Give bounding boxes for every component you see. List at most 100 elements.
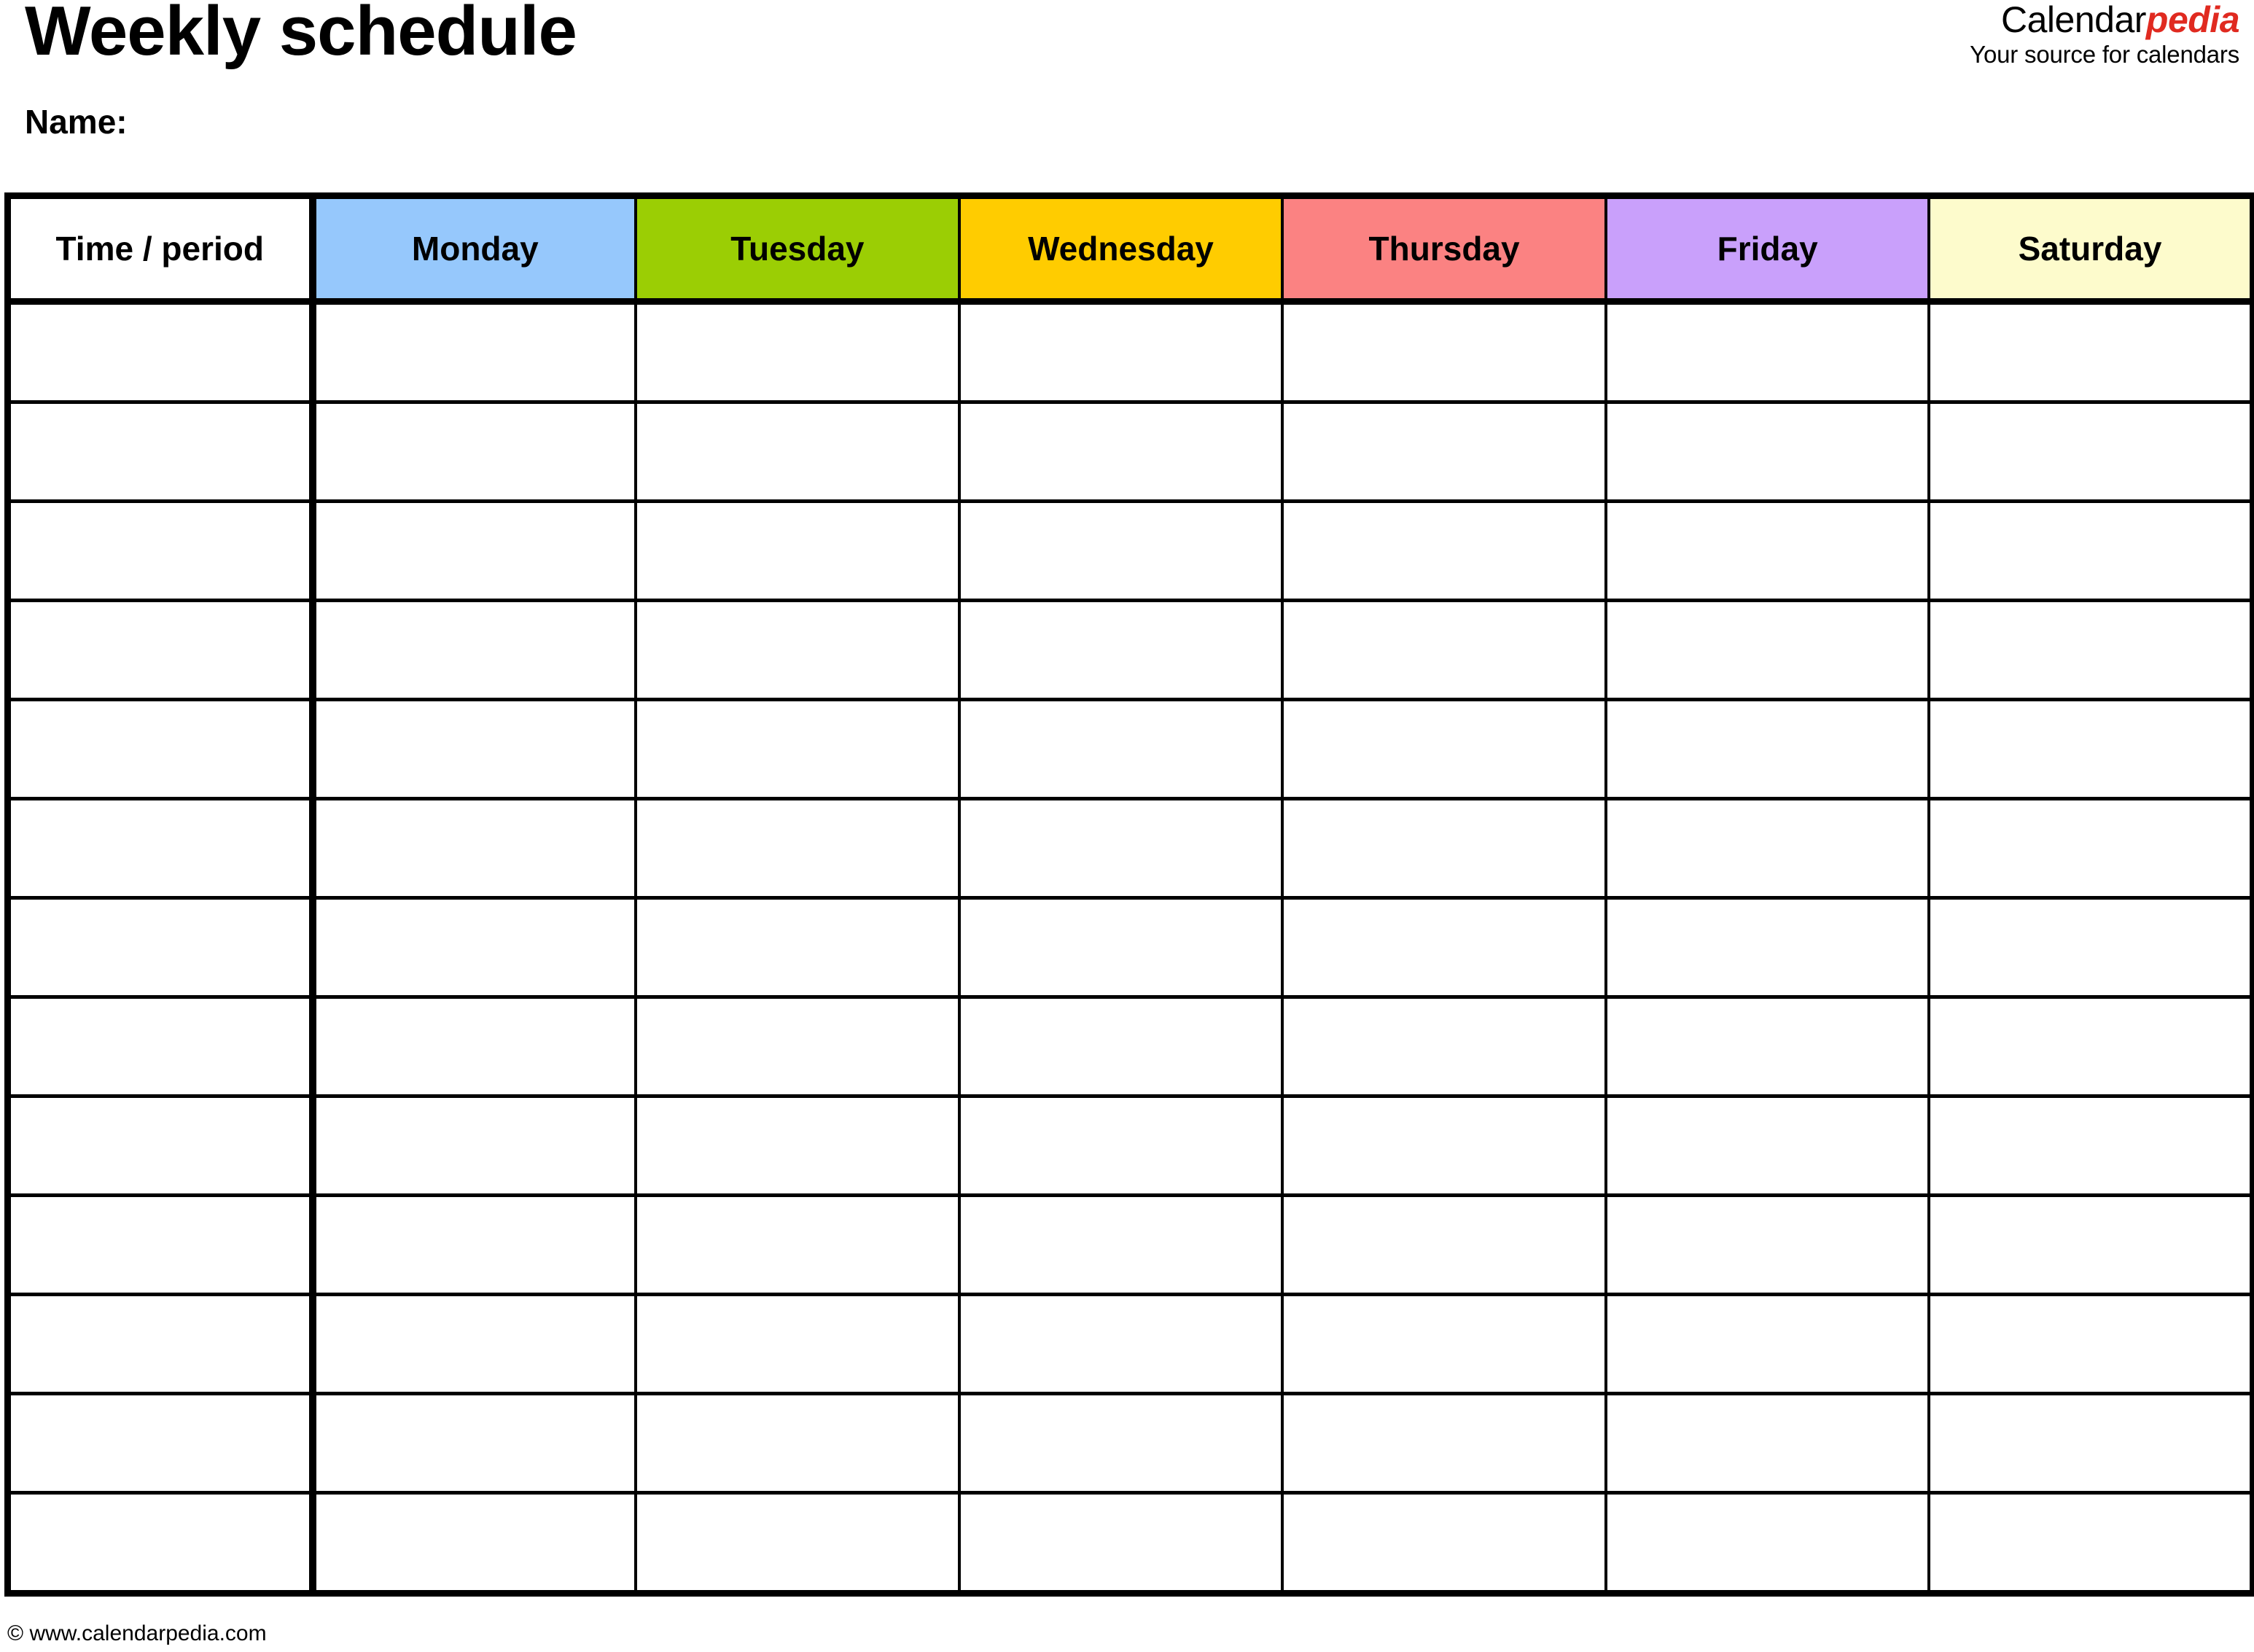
schedule-row bbox=[4, 599, 2254, 701]
schedule-entry-cell[interactable] bbox=[1927, 300, 2254, 404]
schedule-entry-cell[interactable] bbox=[1927, 896, 2254, 999]
schedule-entry-cell[interactable] bbox=[1927, 1293, 2254, 1395]
schedule-entry-cell[interactable] bbox=[1281, 797, 1607, 900]
schedule-entry-cell[interactable] bbox=[957, 797, 1284, 900]
time-period-cell[interactable] bbox=[4, 1392, 316, 1495]
schedule-entry-cell[interactable] bbox=[634, 1392, 961, 1495]
schedule-entry-cell[interactable] bbox=[308, 1293, 638, 1395]
schedule-entry-cell[interactable] bbox=[957, 400, 1284, 503]
schedule-entry-cell[interactable] bbox=[308, 400, 638, 503]
schedule-entry-cell[interactable] bbox=[634, 698, 961, 800]
schedule-entry-cell[interactable] bbox=[1281, 599, 1607, 701]
schedule-entry-cell[interactable] bbox=[1281, 499, 1607, 602]
schedule-entry-cell[interactable] bbox=[1281, 1293, 1607, 1395]
schedule-entry-cell[interactable] bbox=[1927, 698, 2254, 800]
schedule-entry-cell[interactable] bbox=[308, 599, 638, 701]
schedule-entry-cell[interactable] bbox=[1604, 698, 1931, 800]
schedule-entry-cell[interactable] bbox=[957, 995, 1284, 1098]
schedule-entry-cell[interactable] bbox=[1604, 599, 1931, 701]
schedule-entry-cell[interactable] bbox=[1927, 1193, 2254, 1296]
schedule-entry-cell[interactable] bbox=[957, 1094, 1284, 1197]
schedule-entry-cell[interactable] bbox=[1604, 995, 1931, 1098]
schedule-entry-cell[interactable] bbox=[1604, 1392, 1931, 1495]
schedule-entry-cell[interactable] bbox=[1927, 400, 2254, 503]
schedule-entry-cell[interactable] bbox=[957, 599, 1284, 701]
schedule-entry-cell[interactable] bbox=[308, 698, 638, 800]
time-period-cell[interactable] bbox=[4, 300, 316, 404]
schedule-entry-cell[interactable] bbox=[1281, 896, 1607, 999]
schedule-entry-cell[interactable] bbox=[634, 300, 961, 404]
brand-wordmark-calendar: Calendar bbox=[2001, 0, 2146, 40]
schedule-entry-cell[interactable] bbox=[1604, 1193, 1931, 1296]
time-period-cell[interactable] bbox=[4, 1193, 316, 1296]
schedule-entry-cell[interactable] bbox=[1281, 995, 1607, 1098]
schedule-entry-cell[interactable] bbox=[308, 1193, 638, 1296]
schedule-entry-cell[interactable] bbox=[308, 1392, 638, 1495]
schedule-entry-cell[interactable] bbox=[1604, 896, 1931, 999]
column-header-saturday: Saturday bbox=[1927, 192, 2254, 305]
schedule-entry-cell[interactable] bbox=[1281, 300, 1607, 404]
schedule-entry-cell[interactable] bbox=[1927, 1392, 2254, 1495]
brand-tagline: Your source for calendars bbox=[1970, 41, 2239, 68]
schedule-entry-cell[interactable] bbox=[634, 400, 961, 503]
schedule-entry-cell[interactable] bbox=[957, 300, 1284, 404]
schedule-entry-cell[interactable] bbox=[634, 499, 961, 602]
schedule-entry-cell[interactable] bbox=[957, 1392, 1284, 1495]
time-period-cell[interactable] bbox=[4, 797, 316, 900]
schedule-entry-cell[interactable] bbox=[1927, 499, 2254, 602]
schedule-entry-cell[interactable] bbox=[957, 1491, 1284, 1597]
schedule-entry-cell[interactable] bbox=[308, 797, 638, 900]
schedule-entry-cell[interactable] bbox=[308, 499, 638, 602]
schedule-entry-cell[interactable] bbox=[1927, 1491, 2254, 1597]
schedule-entry-cell[interactable] bbox=[1281, 400, 1607, 503]
schedule-entry-cell[interactable] bbox=[1604, 400, 1931, 503]
time-period-cell[interactable] bbox=[4, 1293, 316, 1395]
schedule-entry-cell[interactable] bbox=[1281, 1392, 1607, 1495]
schedule-entry-cell[interactable] bbox=[1927, 1094, 2254, 1197]
time-period-cell[interactable] bbox=[4, 995, 316, 1098]
schedule-entry-cell[interactable] bbox=[308, 995, 638, 1098]
schedule-row bbox=[4, 300, 2254, 404]
schedule-entry-cell[interactable] bbox=[634, 797, 961, 900]
schedule-entry-cell[interactable] bbox=[1927, 599, 2254, 701]
schedule-entry-cell[interactable] bbox=[1604, 499, 1931, 602]
schedule-entry-cell[interactable] bbox=[634, 896, 961, 999]
schedule-entry-cell[interactable] bbox=[1604, 300, 1931, 404]
schedule-entry-cell[interactable] bbox=[634, 1094, 961, 1197]
schedule-entry-cell[interactable] bbox=[957, 499, 1284, 602]
schedule-entry-cell[interactable] bbox=[957, 896, 1284, 999]
time-period-cell[interactable] bbox=[4, 400, 316, 503]
time-period-cell[interactable] bbox=[4, 1094, 316, 1197]
time-period-cell[interactable] bbox=[4, 599, 316, 701]
schedule-entry-cell[interactable] bbox=[1281, 1094, 1607, 1197]
schedule-entry-cell[interactable] bbox=[634, 1293, 961, 1395]
schedule-entry-cell[interactable] bbox=[1927, 797, 2254, 900]
schedule-entry-cell[interactable] bbox=[1604, 1094, 1931, 1197]
schedule-entry-cell[interactable] bbox=[957, 1193, 1284, 1296]
schedule-entry-cell[interactable] bbox=[308, 300, 638, 404]
schedule-row bbox=[4, 1392, 2254, 1495]
schedule-entry-cell[interactable] bbox=[1281, 1193, 1607, 1296]
time-period-cell[interactable] bbox=[4, 698, 316, 800]
schedule-entry-cell[interactable] bbox=[1281, 1491, 1607, 1597]
brand-wordmark: Calendarpedia bbox=[1970, 0, 2240, 40]
schedule-entry-cell[interactable] bbox=[308, 896, 638, 999]
time-period-cell[interactable] bbox=[4, 1491, 316, 1597]
schedule-entry-cell[interactable] bbox=[1604, 1491, 1931, 1597]
schedule-entry-cell[interactable] bbox=[634, 995, 961, 1098]
schedule-entry-cell[interactable] bbox=[957, 698, 1284, 800]
schedule-entry-cell[interactable] bbox=[634, 1193, 961, 1296]
schedule-entry-cell[interactable] bbox=[1281, 698, 1607, 800]
schedule-entry-cell[interactable] bbox=[957, 1293, 1284, 1395]
schedule-entry-cell[interactable] bbox=[1927, 995, 2254, 1098]
time-period-cell[interactable] bbox=[4, 499, 316, 602]
time-period-cell[interactable] bbox=[4, 896, 316, 999]
schedule-entry-cell[interactable] bbox=[308, 1094, 638, 1197]
column-header-monday: Monday bbox=[308, 192, 638, 305]
schedule-entry-cell[interactable] bbox=[308, 1491, 638, 1597]
schedule-entry-cell[interactable] bbox=[634, 1491, 961, 1597]
schedule-entry-cell[interactable] bbox=[634, 599, 961, 701]
weekly-schedule-table-wrapper: Time / period Monday Tuesday Wednesday Thurs… bbox=[4, 192, 2254, 1597]
schedule-entry-cell[interactable] bbox=[1604, 797, 1931, 900]
schedule-entry-cell[interactable] bbox=[1604, 1293, 1931, 1395]
